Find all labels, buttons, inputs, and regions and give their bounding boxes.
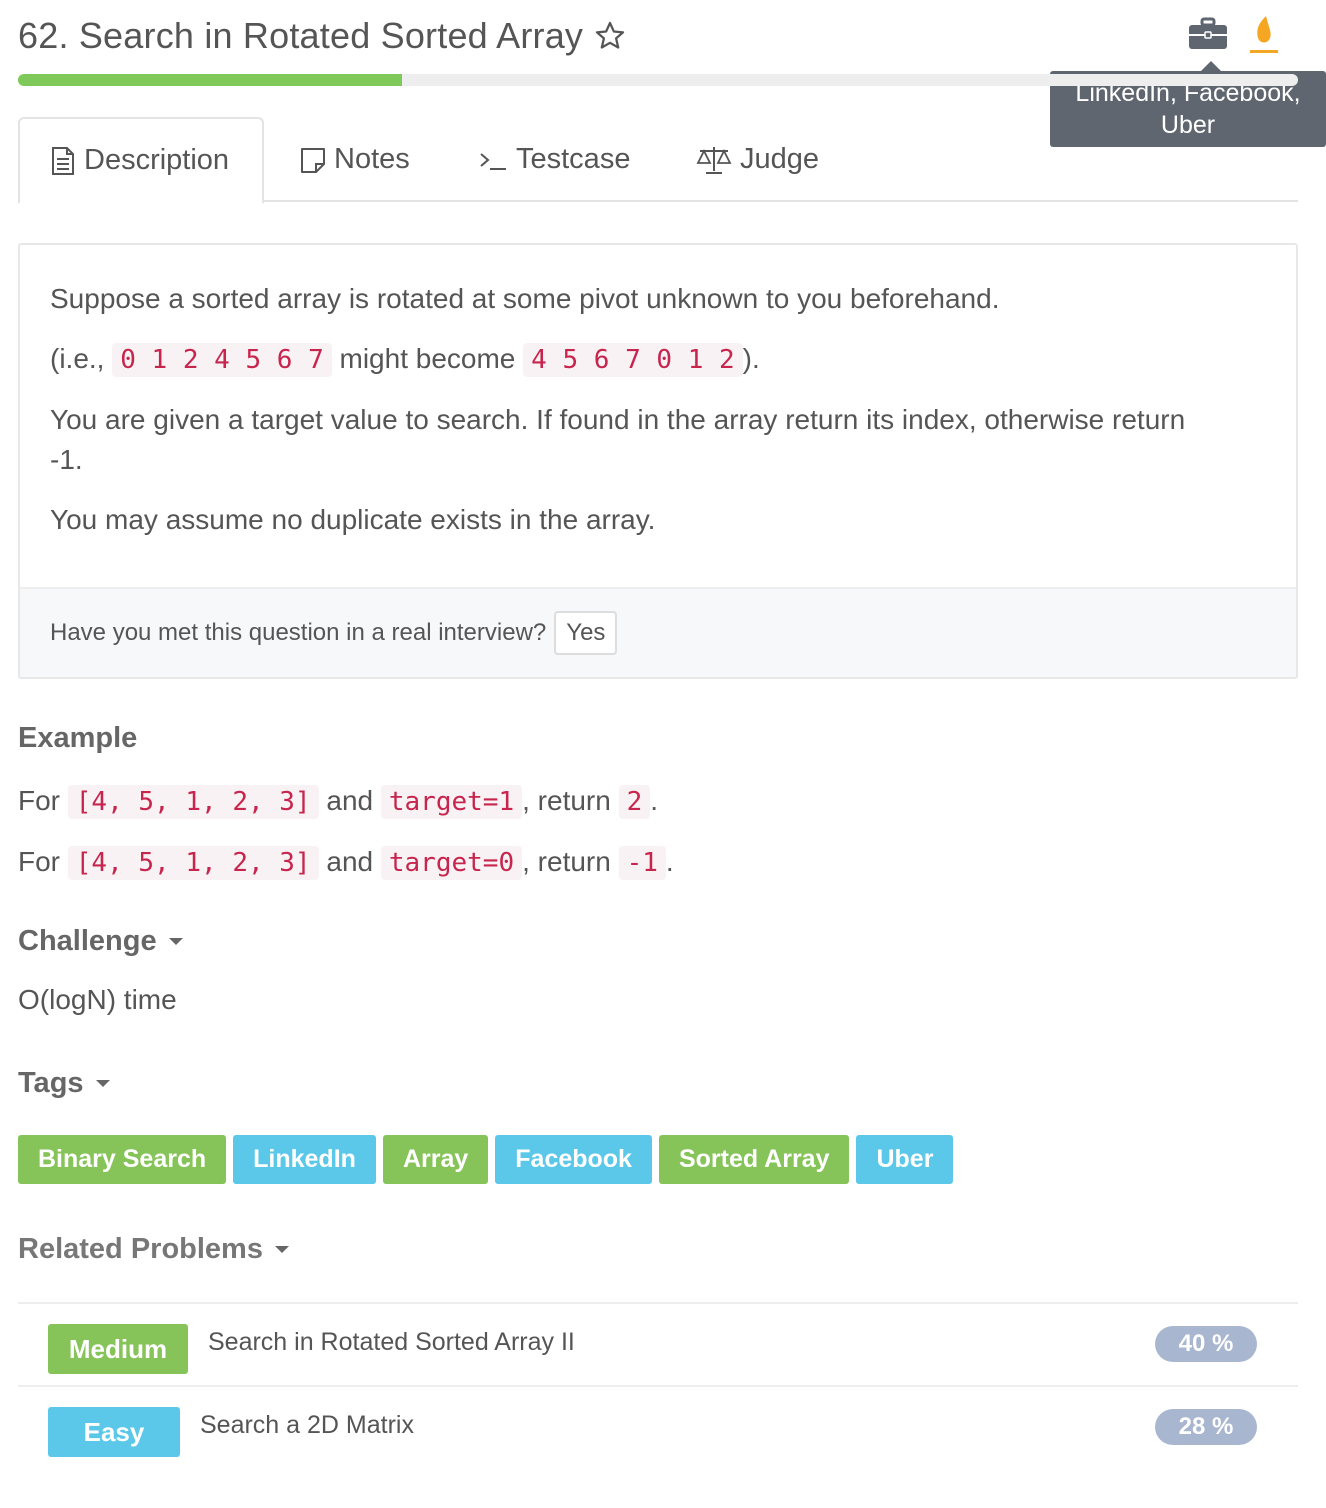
related-problem-link[interactable]: Search in Rotated Sorted Array II xyxy=(208,1328,575,1357)
tab-bar: Description Notes Testcase Judge xyxy=(18,117,1298,204)
heading-text: Related Problems xyxy=(18,1233,263,1265)
text: ). xyxy=(742,343,760,374)
related-problem-row[interactable]: Medium Search in Rotated Sorted Array II… xyxy=(18,1302,1298,1385)
difficulty-badge: Easy xyxy=(48,1407,180,1457)
text: . xyxy=(665,846,674,877)
acceptance-rate-badge: 28 % xyxy=(1155,1409,1257,1445)
interview-question-bar: Have you met this question in a real int… xyxy=(20,587,1296,677)
tab-label: Notes xyxy=(334,143,410,175)
text: and xyxy=(318,846,381,877)
tag-uber[interactable]: Uber xyxy=(856,1135,954,1184)
related-problems-list: Medium Search in Rotated Sorted Array II… xyxy=(18,1302,1298,1468)
tag-binary-search[interactable]: Binary Search xyxy=(18,1135,227,1184)
code-snippet: -1 xyxy=(618,846,666,880)
related-problem-row[interactable]: Easy Search a 2D Matrix 28 % xyxy=(18,1385,1298,1468)
page-title: 62. Search in Rotated Sorted Array xyxy=(18,15,584,56)
description-panel: Suppose a sorted array is rotated at som… xyxy=(18,243,1298,679)
text: , return xyxy=(522,846,619,877)
tag-linkedin[interactable]: LinkedIn xyxy=(233,1135,376,1184)
text: , return xyxy=(522,785,619,816)
tab-notes[interactable]: Notes xyxy=(300,117,410,202)
tab-label: Description xyxy=(84,144,230,176)
tab-label: Judge xyxy=(740,143,820,175)
challenge-text: O(logN) time xyxy=(18,984,177,1015)
progress-fill xyxy=(18,74,402,86)
code-snippet: [4, 5, 1, 2, 3] xyxy=(67,846,319,880)
document-icon xyxy=(52,146,74,175)
caret-down-icon xyxy=(274,1246,289,1253)
acceptance-rate-badge: 40 % xyxy=(1155,1326,1257,1362)
tab-description[interactable]: Description xyxy=(18,117,264,204)
example-line: For [4, 5, 1, 2, 3] and target=1, return… xyxy=(18,781,658,822)
related-problems-toggle[interactable]: Related Problems xyxy=(18,1233,289,1266)
tag-sorted-array[interactable]: Sorted Array xyxy=(658,1135,850,1184)
tags-toggle[interactable]: Tags xyxy=(18,1067,110,1100)
top-icons xyxy=(1188,14,1280,54)
tag-facebook[interactable]: Facebook xyxy=(495,1135,652,1184)
caret-down-icon xyxy=(95,1080,110,1087)
title-row: 62. Search in Rotated Sorted Array xyxy=(18,14,627,58)
tab-judge[interactable]: Judge xyxy=(696,117,819,202)
tooltip-arrow xyxy=(1201,61,1221,71)
briefcase-icon[interactable] xyxy=(1188,17,1228,51)
challenge-toggle[interactable]: Challenge xyxy=(18,925,183,958)
description-paragraph: You may assume no duplicate exists in th… xyxy=(50,504,656,535)
code-snippet: [4, 5, 1, 2, 3] xyxy=(67,785,319,819)
description-paragraph: You are given a target value to search. … xyxy=(50,404,1186,475)
heading-text: Challenge xyxy=(18,925,157,957)
text: might become xyxy=(331,343,524,374)
text: (i.e., xyxy=(50,343,113,374)
yes-button[interactable]: Yes xyxy=(554,611,618,655)
text: For xyxy=(18,846,68,877)
tag-array[interactable]: Array xyxy=(382,1135,489,1184)
tab-label: Testcase xyxy=(516,143,631,175)
description-paragraph: Suppose a sorted array is rotated at som… xyxy=(50,283,1000,314)
text: . xyxy=(650,785,659,816)
text: For xyxy=(18,785,68,816)
code-snippet: 0 1 2 4 5 6 7 xyxy=(112,343,332,377)
interview-question: Have you met this question in a real int… xyxy=(50,619,547,646)
code-snippet: target=1 xyxy=(380,785,523,819)
scale-icon xyxy=(696,146,732,174)
progress-bar xyxy=(18,74,1298,86)
example-line: For [4, 5, 1, 2, 3] and target=0, return… xyxy=(18,842,674,883)
heading-text: Tags xyxy=(18,1067,84,1099)
code-snippet: 4 5 6 7 0 1 2 xyxy=(523,343,743,377)
tag-list: Binary Search LinkedIn Array Facebook So… xyxy=(18,1135,960,1184)
text: and xyxy=(318,785,381,816)
caret-down-icon xyxy=(168,938,183,945)
tab-testcase[interactable]: Testcase xyxy=(478,117,630,202)
heading-text: Example xyxy=(18,722,138,754)
code-snippet: target=0 xyxy=(380,846,523,880)
flame-icon[interactable] xyxy=(1248,14,1280,54)
related-problem-link[interactable]: Search a 2D Matrix xyxy=(200,1411,414,1440)
terminal-icon xyxy=(480,152,506,170)
note-icon xyxy=(301,147,325,173)
star-icon[interactable] xyxy=(593,19,627,53)
example-heading: Example xyxy=(18,722,137,755)
difficulty-badge: Medium xyxy=(48,1324,188,1374)
code-snippet: 2 xyxy=(618,785,651,819)
description-paragraph: (i.e., 0 1 2 4 5 6 7 might become 4 5 6 … xyxy=(50,339,1266,380)
